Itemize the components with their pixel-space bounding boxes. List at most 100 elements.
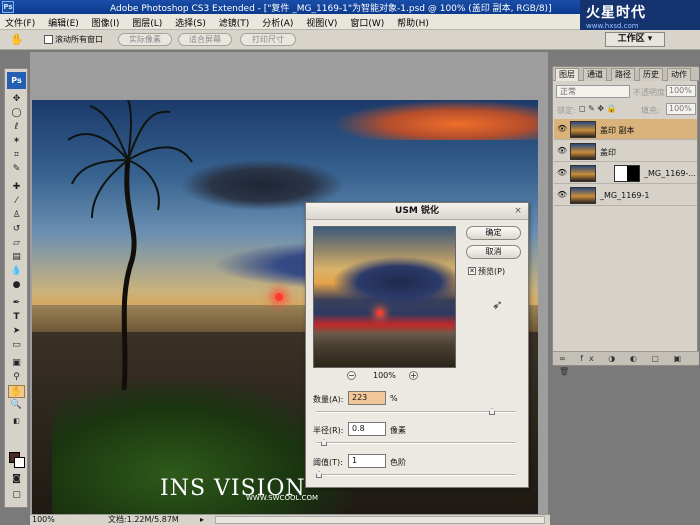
preview-sun [377, 310, 383, 316]
hand-tool-icon[interactable]: ✋ [10, 33, 24, 46]
print-size-button[interactable]: 打印尺寸 [240, 33, 296, 46]
layers-footer-icons[interactable]: ∞ fx ◑ ◐ ▢ ▣ 🗑 [553, 351, 699, 376]
radius-slider-knob[interactable] [321, 439, 327, 446]
ok-button[interactable]: 确定 [466, 226, 521, 240]
hand-tool-active-icon[interactable]: ✋ [8, 385, 25, 398]
horizontal-scrollbar[interactable] [215, 516, 545, 524]
amount-slider-knob[interactable] [489, 408, 495, 415]
threshold-input[interactable]: 1 [348, 454, 386, 468]
layer-thumbnail [570, 121, 596, 138]
panel-dock [550, 52, 700, 66]
blend-mode-select[interactable]: 正常 [556, 85, 630, 98]
fill-input[interactable]: 100% [666, 103, 696, 115]
actual-pixels-button[interactable]: 实际像素 [118, 33, 172, 46]
eye-icon[interactable]: 👁 [557, 147, 567, 155]
history-brush-tool-icon[interactable]: ↺ [8, 223, 25, 236]
quick-mask-icon[interactable]: ◙ [8, 473, 25, 486]
zoom-level[interactable]: 100% [32, 515, 55, 525]
menu-select[interactable]: 选择(S) [170, 14, 211, 31]
slice-tool-icon[interactable]: ✎ [8, 163, 25, 176]
layer-row[interactable]: 👁 盖印 [554, 141, 697, 162]
background-color-swatch[interactable] [14, 457, 25, 468]
layer-row[interactable]: 👁 _MG_1169-1 [554, 185, 697, 206]
eye-icon[interactable]: 👁 [557, 191, 567, 199]
workspace-dropdown[interactable]: 工作区 ▾ [605, 32, 665, 47]
eye-icon[interactable]: 👁 [557, 125, 567, 133]
cancel-button[interactable]: 取消 [466, 245, 521, 259]
opacity-label: 不透明度: [633, 88, 668, 97]
menu-view[interactable]: 视图(V) [301, 14, 342, 31]
healing-brush-tool-icon[interactable]: ✚ [8, 181, 25, 194]
scroll-all-windows-checkbox[interactable] [44, 35, 53, 44]
brush-tool-icon[interactable]: ⁄ [8, 195, 25, 208]
zoom-tool-icon[interactable]: 🔍 [8, 399, 25, 412]
opacity-input[interactable]: 100% [666, 85, 696, 97]
screen-mode-icon[interactable]: ▢ [8, 489, 25, 502]
menu-image[interactable]: 图像(I) [87, 14, 125, 31]
layer-name: _MG_1169-... [644, 169, 696, 178]
path-selection-tool-icon[interactable]: ➤ [8, 325, 25, 338]
menu-layer[interactable]: 图层(L) [127, 14, 167, 31]
menu-filter[interactable]: 滤镜(T) [214, 14, 255, 31]
lock-icons[interactable]: ◻ ✎ ✥ 🔒 [579, 104, 617, 113]
tab-history[interactable]: 历史 [639, 68, 663, 81]
notes-tool-icon[interactable]: ▣ [8, 357, 25, 370]
crop-tool-icon[interactable]: ⌗ [8, 149, 25, 162]
marquee-tool-icon[interactable]: ◯ [8, 107, 25, 120]
eye-icon[interactable]: 👁 [557, 169, 567, 177]
lasso-tool-icon[interactable]: ℓ [8, 121, 25, 134]
menu-file[interactable]: 文件(F) [0, 14, 40, 31]
layer-row[interactable]: 👁 盖印 副本 [554, 119, 697, 140]
menu-help[interactable]: 帮助(H) [392, 14, 434, 31]
preview-zoom-value: 100% [373, 371, 396, 380]
gradient-tool-icon[interactable]: ▤ [8, 251, 25, 264]
layer-thumbnail [570, 143, 596, 160]
preview-zoom-controls: − 100% + [347, 371, 427, 381]
default-colors-icon[interactable]: ◧ [8, 415, 25, 428]
dialog-title: USM 锐化 [306, 203, 528, 220]
layer-mask-thumbnail[interactable] [614, 165, 640, 182]
amount-label: 数量(A): [313, 395, 344, 404]
eraser-tool-icon[interactable]: ▱ [8, 237, 25, 250]
tab-layers[interactable]: 图层 [555, 68, 579, 81]
status-bar: 100% 文档:1.22M/5.87M ▸ [30, 514, 550, 525]
menu-analysis[interactable]: 分析(A) [257, 14, 298, 31]
lock-label: 锁定: [557, 106, 576, 115]
menu-window[interactable]: 窗口(W) [345, 14, 389, 31]
radius-slider[interactable] [316, 439, 516, 446]
layers-panel-tabs: 图层 通道 路径 历史 动作 [553, 67, 699, 81]
blur-tool-icon[interactable]: 💧 [8, 265, 25, 278]
shape-tool-icon[interactable]: ▭ [8, 339, 25, 352]
amount-slider[interactable] [316, 408, 516, 415]
close-icon[interactable]: × [512, 205, 524, 217]
tab-channels[interactable]: 通道 [583, 68, 607, 81]
scroll-all-windows-label: 滚动所有窗口 [55, 35, 103, 44]
layer-row[interactable]: 👁 _MG_1169-... [554, 163, 697, 184]
preview-checkbox[interactable]: ✕ [468, 267, 476, 275]
layers-panel: 图层 通道 路径 历史 动作 正常 不透明度: 100% 锁定: ◻ ✎ ✥ 🔒… [552, 66, 699, 376]
threshold-slider[interactable] [316, 471, 516, 478]
threshold-slider-knob[interactable] [316, 471, 322, 478]
move-tool-icon[interactable]: ✥ [8, 93, 25, 106]
menu-edit[interactable]: 编辑(E) [43, 14, 84, 31]
amount-input[interactable]: 223 [348, 391, 386, 405]
zoom-out-button[interactable]: − [347, 371, 356, 380]
menu-bar: 文件(F) 编辑(E) 图像(I) 图层(L) 选择(S) 滤镜(T) 分析(A… [0, 14, 580, 30]
layer-name: 盖印 副本 [600, 126, 635, 135]
eyedropper-tool-icon[interactable]: ⚲ [8, 371, 25, 384]
clone-stamp-tool-icon[interactable]: ♙ [8, 209, 25, 222]
radius-input[interactable]: 0.8 [348, 422, 386, 436]
fit-screen-button[interactable]: 适合屏幕 [178, 33, 232, 46]
dodge-tool-icon[interactable]: ● [8, 279, 25, 292]
type-tool-icon[interactable]: T [8, 311, 25, 324]
watermark-url: WWW.SWCOOL.COM [246, 494, 319, 502]
pen-tool-icon[interactable]: ✒ [8, 297, 25, 310]
status-menu-arrow-icon[interactable]: ▸ [200, 515, 204, 525]
tab-actions[interactable]: 动作 [667, 68, 691, 81]
threshold-label: 阈值(T): [313, 458, 343, 467]
filter-preview[interactable] [313, 226, 456, 368]
layer-thumbnail [570, 187, 596, 204]
zoom-in-button[interactable]: + [409, 371, 418, 380]
tab-paths[interactable]: 路径 [611, 68, 635, 81]
magic-wand-tool-icon[interactable]: ✶ [8, 135, 25, 148]
